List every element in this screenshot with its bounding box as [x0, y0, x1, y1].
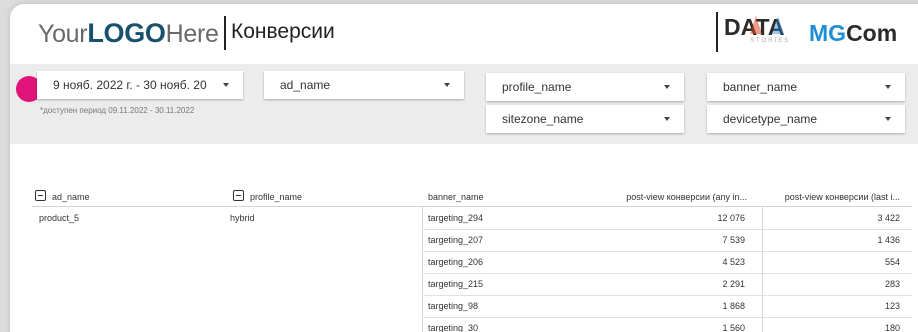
cell-banner-name: targeting_30 [428, 323, 479, 332]
cell-post-view-last: 283 [884, 279, 900, 289]
banner-name-dropdown[interactable]: banner_name [707, 73, 905, 101]
table-row: targeting_30 1 560 180 [32, 317, 912, 332]
table-row: targeting_206 4 523 554 [32, 251, 912, 273]
cell-post-view-last: 1 436 [877, 235, 900, 245]
ad-name-dropdown[interactable]: ad_name [264, 71, 464, 99]
cell-post-view-last: 180 [884, 323, 900, 332]
cell-post-view-any: 4 523 [722, 257, 745, 267]
date-range-dropdown[interactable]: 9 нояб. 2022 г. - 30 нояб. 20 [37, 71, 243, 99]
cell-post-view-any: 1 868 [722, 301, 745, 311]
caret-down-icon [885, 117, 891, 121]
collapse-ad-name-icon[interactable] [35, 190, 46, 201]
collapse-profile-name-icon[interactable] [233, 190, 244, 201]
cell-post-view-any: 2 291 [722, 279, 745, 289]
cell-banner-name: targeting_206 [428, 257, 484, 267]
mgcom-logo: MGCom [809, 20, 897, 47]
header-post-view-last[interactable]: post-view конверсии (last i... [762, 192, 900, 202]
sitezone-name-label: sitezone_name [502, 112, 584, 126]
caret-down-icon [444, 83, 450, 87]
caret-down-icon [664, 117, 670, 121]
header-ad-name[interactable]: ad_name [52, 192, 90, 202]
cell-post-view-any: 7 539 [722, 235, 745, 245]
header-post-view-any[interactable]: post-view конверсии (any in... [592, 192, 747, 202]
mgcom-com: Com [846, 20, 898, 46]
report-card: YourLOGOHere Конверсии DATA STORIES MGCo… [10, 4, 918, 332]
table-header-row: ad_name profile_name banner_name post-vi… [32, 185, 912, 207]
cell-banner-name: targeting_294 [428, 213, 484, 223]
devicetype-name-dropdown[interactable]: devicetype_name [707, 105, 905, 133]
logo-strong: LOGO [87, 18, 166, 48]
profile-name-label: profile_name [502, 80, 572, 94]
sitezone-name-dropdown[interactable]: sitezone_name [486, 105, 684, 133]
logo-prefix: Your [38, 20, 88, 48]
cell-post-view-last: 554 [884, 257, 900, 267]
table-row: targeting_215 2 291 283 [32, 273, 912, 295]
cell-ad-name: product_5 [39, 213, 80, 223]
caret-down-icon [664, 85, 670, 89]
devicetype-name-label: devicetype_name [723, 112, 818, 126]
brand-divider [716, 12, 718, 52]
caret-down-icon [223, 83, 229, 87]
table-row: product_5 hybrid targeting_294 12 076 3 … [32, 207, 912, 229]
header-banner-name[interactable]: banner_name [428, 192, 484, 202]
cell-profile-name: hybrid [230, 213, 255, 223]
table-row: targeting_98 1 868 123 [32, 295, 912, 317]
table-row: targeting_207 7 539 1 436 [32, 229, 912, 251]
cell-banner-name: targeting_215 [428, 279, 484, 289]
header-profile-name[interactable]: profile_name [250, 192, 302, 202]
title-divider [224, 16, 226, 50]
cell-post-view-any: 12 076 [717, 213, 745, 223]
mgcom-mg: MG [809, 20, 847, 46]
banner-name-label: banner_name [723, 80, 798, 94]
data-stories-logo: DATA [722, 10, 794, 52]
cell-post-view-last: 3 422 [877, 213, 900, 223]
page-title: Конверсии [231, 20, 335, 43]
logo-suffix: Here [165, 20, 219, 48]
filter-panel: 9 нояб. 2022 г. - 30 нояб. 20 *доступен … [10, 64, 918, 144]
date-availability-note: *доступен период 09.11.2022 - 30.11.2022 [40, 106, 195, 115]
report-header: YourLOGOHere Конверсии DATA STORIES MGCo… [10, 4, 918, 62]
cell-post-view-last: 123 [884, 301, 900, 311]
company-logo: YourLOGOHere [38, 18, 219, 49]
date-range-label: 9 нояб. 2022 г. - 30 нояб. 20 [53, 78, 207, 92]
cell-post-view-any: 1 560 [722, 323, 745, 332]
caret-down-icon [885, 85, 891, 89]
cell-banner-name: targeting_207 [428, 235, 484, 245]
cell-banner-name: targeting_98 [428, 301, 479, 311]
profile-name-dropdown[interactable]: profile_name [486, 73, 684, 101]
stories-text: STORIES [750, 38, 791, 44]
ad-name-label: ad_name [280, 78, 331, 92]
